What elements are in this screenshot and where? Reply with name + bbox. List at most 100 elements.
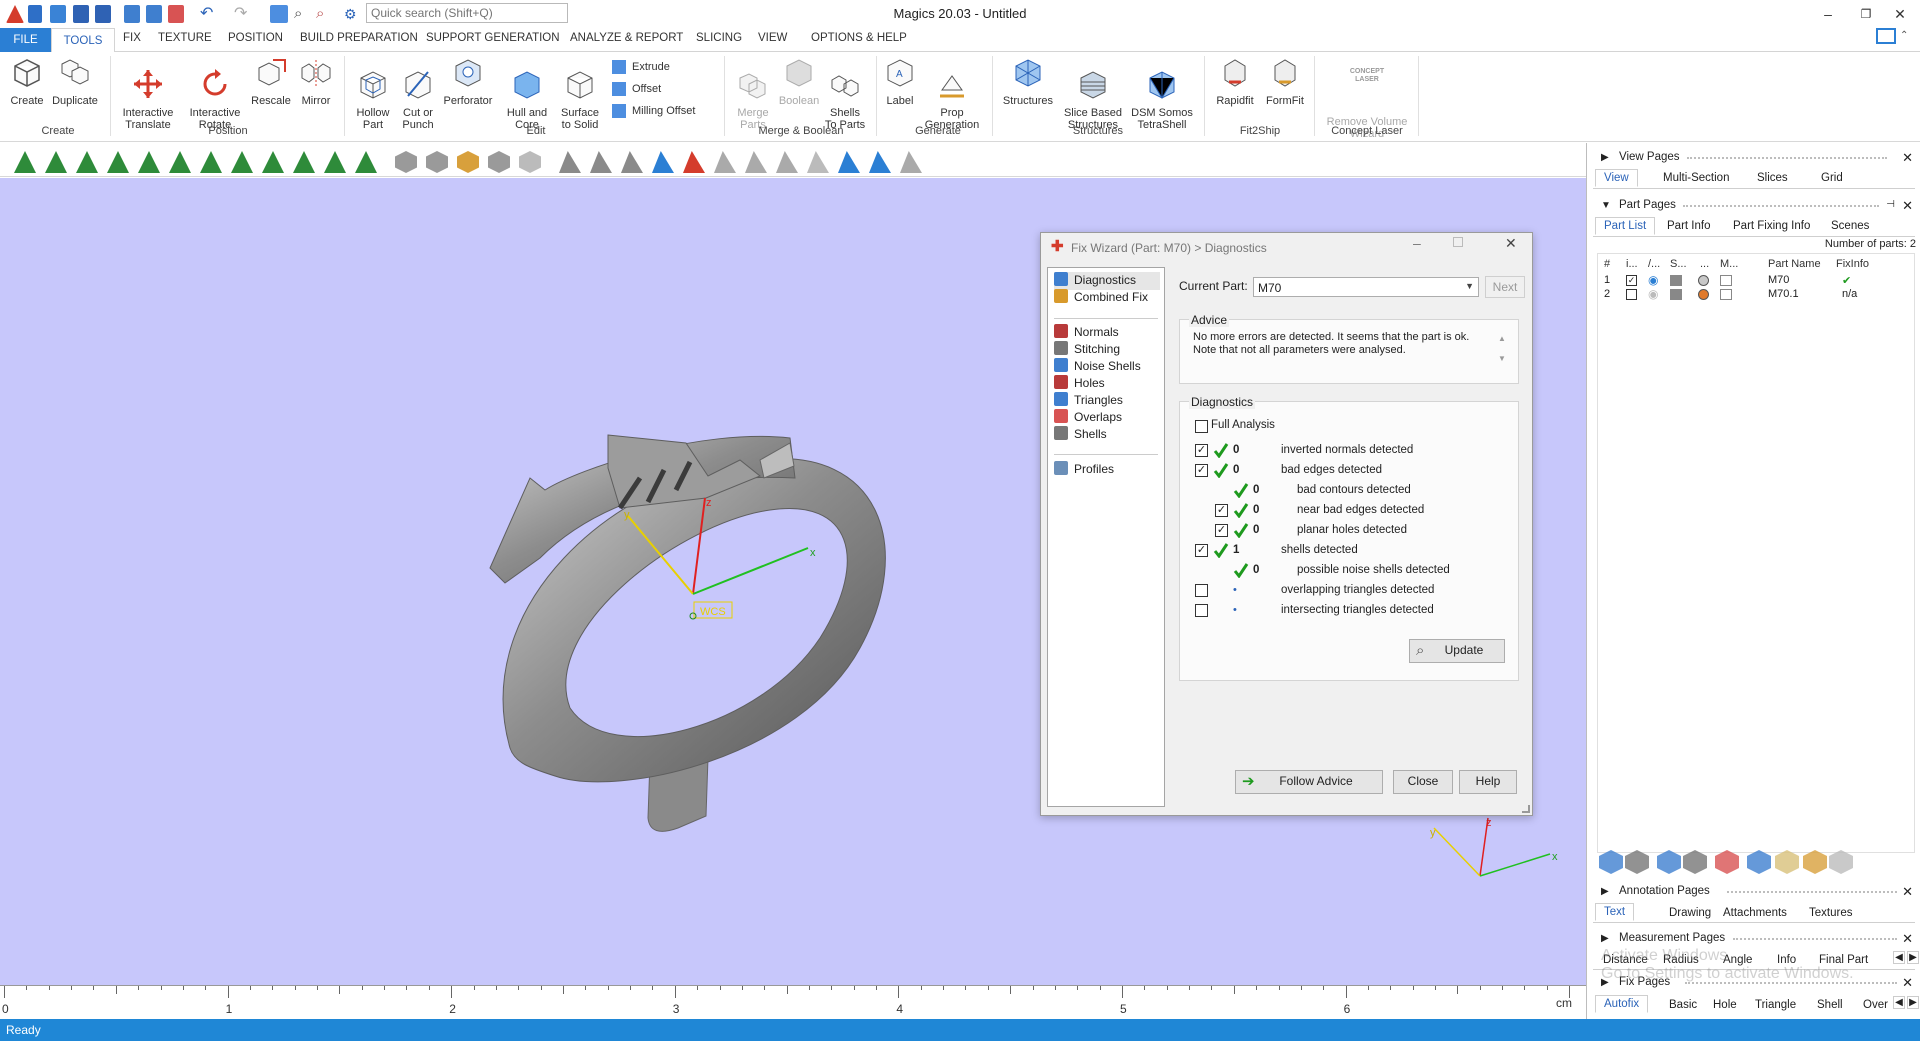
- collapse-ribbon-icon[interactable]: ⌃: [1900, 30, 1908, 41]
- select-fan-icon[interactable]: [324, 151, 346, 173]
- load-part-icon[interactable]: [1599, 850, 1623, 874]
- eye-icon[interactable]: ◉: [1648, 273, 1658, 287]
- tab-attachments[interactable]: Attachments: [1723, 907, 1787, 919]
- unload-part-icon[interactable]: [1829, 850, 1853, 874]
- tab-support-generation[interactable]: SUPPORT GENERATION: [426, 32, 560, 44]
- tab-overlaps[interactable]: Over: [1863, 999, 1888, 1011]
- merge-parts-button[interactable]: Merge Parts: [730, 56, 776, 131]
- pin-icon[interactable]: ⊣: [1886, 199, 1895, 210]
- perforator-button[interactable]: Perforator: [440, 56, 496, 107]
- tab-tools[interactable]: TOOLS: [51, 28, 115, 53]
- part-color-swatch[interactable]: [1698, 289, 1709, 300]
- fix-tab-scroll-right-icon[interactable]: ▶: [1907, 996, 1919, 1009]
- nav-stitching[interactable]: Stitching: [1054, 341, 1160, 359]
- tab-options-help[interactable]: OPTIONS & HELP: [811, 32, 907, 44]
- structures-button[interactable]: Structures: [998, 56, 1058, 107]
- tab-drawing[interactable]: Drawing: [1669, 907, 1711, 919]
- tab-distance[interactable]: Distance: [1603, 954, 1648, 966]
- diagnostic-checkbox[interactable]: ✓: [1195, 544, 1208, 557]
- view-top-icon[interactable]: [457, 151, 479, 173]
- mirror-button[interactable]: Mirror: [296, 56, 336, 107]
- help-button[interactable]: Help: [1459, 770, 1517, 794]
- tab-info[interactable]: Info: [1777, 954, 1796, 966]
- slice-based-structures-button[interactable]: Slice Based Structures: [1062, 56, 1124, 131]
- select-region-icon[interactable]: [231, 151, 253, 173]
- tab-textures[interactable]: Textures: [1809, 907, 1852, 919]
- tab-grid[interactable]: Grid: [1821, 172, 1843, 184]
- tab-hole[interactable]: Hole: [1713, 999, 1737, 1011]
- full-analysis-checkbox[interactable]: [1195, 420, 1208, 433]
- mark-flip-icon[interactable]: [807, 151, 829, 173]
- close-button[interactable]: Close: [1393, 770, 1453, 794]
- nav-diagnostics[interactable]: Diagnostics: [1054, 272, 1160, 290]
- hollow-part-button[interactable]: Hollow Part: [350, 56, 396, 131]
- interactive-translate-button[interactable]: Interactive Translate: [116, 56, 180, 131]
- close-annotation-pages-icon[interactable]: ✕: [1902, 884, 1913, 900]
- tab-slices[interactable]: Slices: [1757, 172, 1788, 184]
- view-shaded-icon[interactable]: [519, 151, 541, 173]
- mark-overlap-icon[interactable]: [745, 151, 767, 173]
- group-icon[interactable]: [1657, 850, 1681, 874]
- create-button[interactable]: Create: [6, 56, 48, 107]
- advice-scrollbar[interactable]: ▲ ▼: [1495, 329, 1509, 375]
- mark-shell-icon[interactable]: [652, 151, 674, 173]
- select-all-icon[interactable]: [1625, 850, 1649, 874]
- tab-basic[interactable]: Basic: [1669, 999, 1697, 1011]
- tab-multi-section[interactable]: Multi-Section: [1663, 172, 1729, 184]
- tab-radius[interactable]: Radius: [1663, 954, 1699, 966]
- cut-or-punch-button[interactable]: Cut or Punch: [398, 56, 438, 131]
- dialog-close-button[interactable]: ✕: [1505, 235, 1517, 252]
- nav-normals[interactable]: Normals: [1054, 324, 1160, 342]
- tab-build-preparation[interactable]: BUILD PREPARATION: [300, 32, 418, 44]
- mark-edge-icon[interactable]: [621, 151, 643, 173]
- nav-noise-shells[interactable]: Noise Shells: [1054, 358, 1160, 376]
- tab-shell[interactable]: Shell: [1817, 999, 1843, 1011]
- diagnostic-checkbox[interactable]: ✓: [1215, 504, 1228, 517]
- diagnostic-checkbox[interactable]: ✓: [1195, 464, 1208, 477]
- tab-view[interactable]: View: [1595, 169, 1638, 187]
- duplicate-button[interactable]: Duplicate: [50, 56, 100, 107]
- tab-view[interactable]: VIEW: [758, 32, 787, 44]
- close-fix-pages-icon[interactable]: ✕: [1902, 975, 1913, 991]
- tab-texture[interactable]: TEXTURE: [158, 32, 212, 44]
- tab-text[interactable]: Text: [1595, 903, 1635, 921]
- select-shell-icon[interactable]: [107, 151, 129, 173]
- tab-fix[interactable]: FIX: [123, 32, 141, 44]
- update-button[interactable]: ⌕ Update: [1409, 639, 1505, 663]
- view-back-icon[interactable]: [426, 151, 448, 173]
- rapidfit-button[interactable]: Rapidfit: [1210, 56, 1260, 107]
- diagnostic-checkbox[interactable]: ✓: [1195, 444, 1208, 457]
- annotation-pages-header[interactable]: ▶ Annotation Pages ✕: [1587, 881, 1920, 903]
- select-box-icon[interactable]: [138, 151, 160, 173]
- tab-scroll-right-icon[interactable]: ▶: [1907, 951, 1919, 964]
- fix-tab-scroll-left-icon[interactable]: ◀: [1893, 996, 1905, 1009]
- interactive-rotate-button[interactable]: Interactive Rotate: [184, 56, 246, 131]
- rescale-button[interactable]: Rescale: [248, 56, 294, 107]
- ungroup-icon[interactable]: [1683, 850, 1707, 874]
- select-surface-icon[interactable]: [76, 151, 98, 173]
- mark-invert-icon[interactable]: [714, 151, 736, 173]
- part-pages-header[interactable]: ▼ Part Pages ⊣ ✕: [1587, 195, 1920, 217]
- unmark-icon[interactable]: [683, 151, 705, 173]
- part-row[interactable]: 2 ◉ M70.1 n/a: [1598, 287, 1914, 302]
- mark-expand-icon[interactable]: [869, 151, 891, 173]
- tab-part-fixing-info[interactable]: Part Fixing Info: [1733, 220, 1810, 232]
- label-button[interactable]: A Label: [882, 56, 918, 107]
- extrude-button[interactable]: Extrude: [612, 60, 670, 74]
- view-pages-header[interactable]: ▶ View Pages ✕: [1587, 147, 1920, 169]
- dialog-minimize-button[interactable]: –: [1413, 235, 1421, 251]
- formfit-button[interactable]: FormFit: [1262, 56, 1308, 107]
- part-include-checkbox[interactable]: [1626, 289, 1637, 300]
- label-part-icon[interactable]: [1775, 850, 1799, 874]
- nav-triangles[interactable]: Triangles: [1054, 392, 1160, 410]
- tab-slicing[interactable]: SLICING: [696, 32, 742, 44]
- eye-icon[interactable]: ◉: [1648, 287, 1658, 301]
- nav-shells[interactable]: Shells: [1054, 426, 1160, 444]
- close-measurement-pages-icon[interactable]: ✕: [1902, 931, 1913, 947]
- view-front-icon[interactable]: [395, 151, 417, 173]
- minimize-button[interactable]: –: [1808, 2, 1848, 26]
- part-row[interactable]: 1 ✓ ◉ M70 ✔: [1598, 273, 1914, 288]
- tab-part-list[interactable]: Part List: [1595, 217, 1656, 235]
- mark-shrink-icon[interactable]: [900, 151, 922, 173]
- view-iso-icon[interactable]: [488, 151, 510, 173]
